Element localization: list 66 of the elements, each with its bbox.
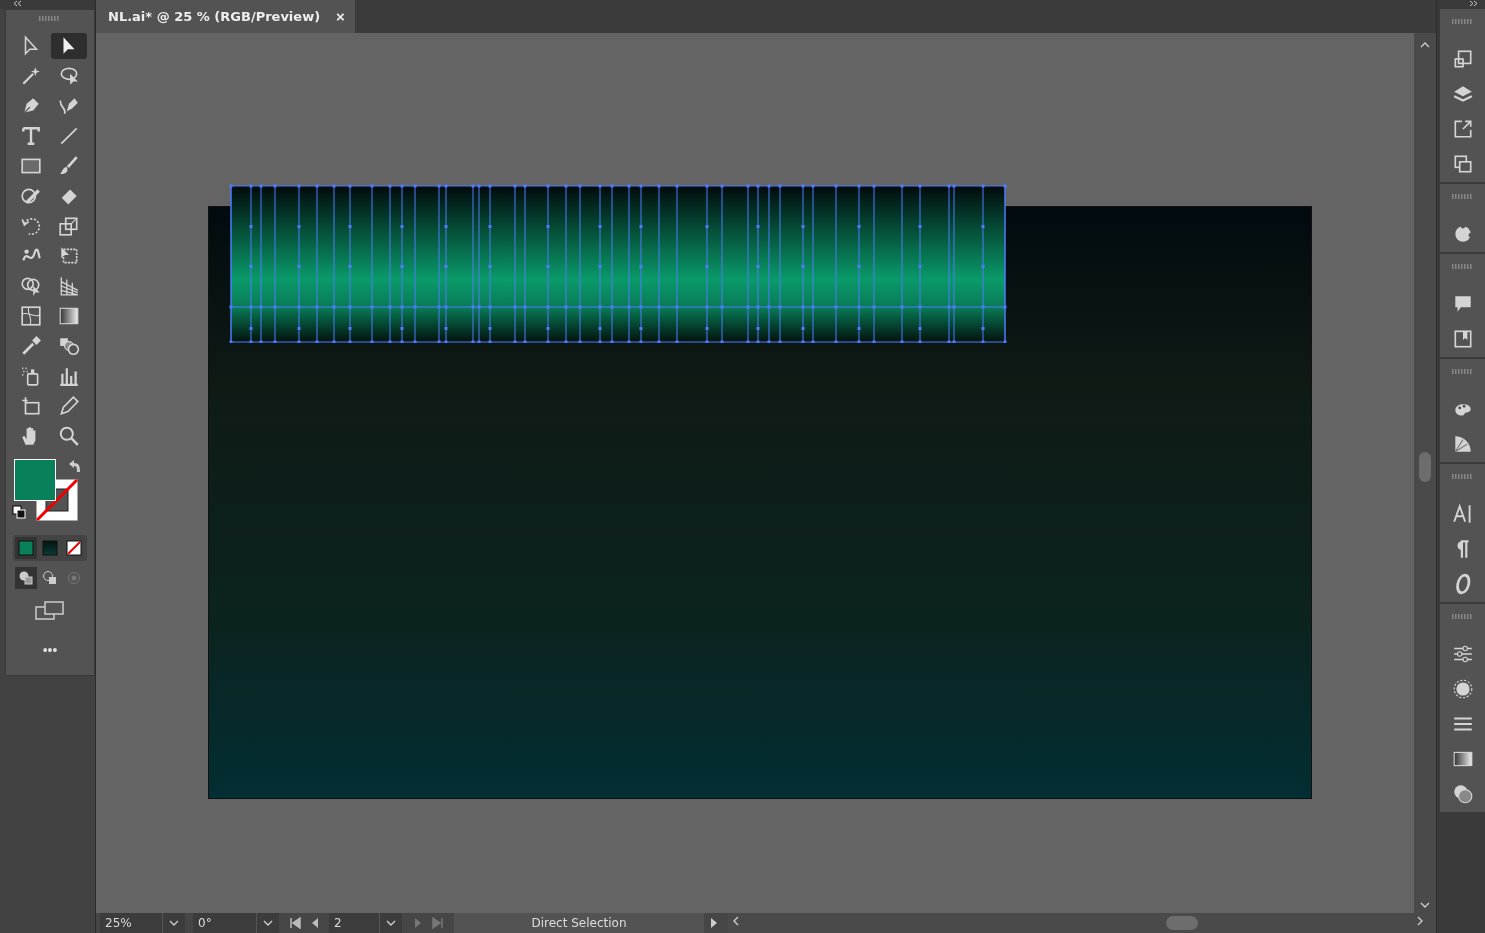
pages-icon	[1451, 153, 1474, 175]
draw-normal-icon	[18, 570, 34, 586]
document-title: NL.ai* @ 25 % (RGB/Preview)	[108, 9, 321, 24]
draw-inside-icon	[66, 570, 82, 586]
zoom-field[interactable]: 25%	[100, 913, 162, 933]
grip-icon[interactable]	[1451, 614, 1474, 619]
magic-wand-icon	[20, 65, 42, 87]
pen-nib-icon	[58, 395, 80, 417]
export-icon	[1451, 118, 1474, 140]
fill-swatch[interactable]	[14, 459, 56, 501]
screens-icon	[35, 601, 65, 621]
none-swatch-icon	[66, 540, 82, 556]
type-icon	[20, 125, 42, 147]
gradient-icon	[58, 305, 80, 327]
horizontal-scrollbar[interactable]	[728, 913, 1436, 933]
current-tool-label: Direct Selection	[454, 913, 704, 933]
rotation-field[interactable]: 0°	[193, 913, 256, 933]
gradient-swatch-icon	[42, 540, 58, 556]
zoom-icon	[58, 425, 80, 447]
default-colors-icon[interactable]	[12, 505, 26, 519]
perspective-grid-icon	[58, 275, 80, 297]
artboard-field[interactable]: 2	[329, 913, 379, 933]
paintbrush-icon	[58, 155, 80, 177]
artboard-dropdown[interactable]	[379, 913, 402, 933]
rotation-dropdown[interactable]	[256, 913, 279, 933]
vertical-scrollbar[interactable]	[1414, 33, 1436, 913]
grip-icon[interactable]	[1451, 194, 1474, 199]
close-button[interactable]: ×	[334, 8, 347, 25]
document-tab[interactable]: NL.ai* @ 25 % (RGB/Preview) ×	[96, 0, 355, 33]
color-button[interactable]	[15, 537, 37, 559]
dashed-circle-icon	[1451, 678, 1474, 700]
blend-icon	[58, 335, 80, 357]
sliders-icon	[1451, 643, 1474, 665]
grip-icon[interactable]	[1451, 19, 1474, 24]
solid-swatch-icon	[18, 540, 34, 556]
lasso-icon	[58, 65, 80, 87]
grip-icon[interactable]	[1451, 474, 1474, 479]
collapse-icon[interactable]	[12, 0, 22, 7]
grip-icon[interactable]	[1451, 369, 1474, 374]
transparency-icon	[1451, 783, 1474, 805]
collapse-icon[interactable]	[1469, 0, 1479, 7]
curvature-pen-icon	[58, 95, 80, 117]
line-icon	[58, 125, 80, 147]
draw-behind-icon	[42, 570, 58, 586]
artboard-icon	[20, 395, 42, 417]
rotate-icon	[20, 215, 42, 237]
skip-forward-icon	[432, 917, 444, 929]
grip-icon[interactable]	[1451, 264, 1474, 269]
shape-builder-icon	[20, 275, 42, 297]
more-tools-button[interactable]: •••	[42, 642, 58, 658]
arrow-tool[interactable]	[51, 33, 87, 59]
skip-back-icon	[289, 917, 301, 929]
scroll-thumb[interactable]	[1166, 916, 1198, 930]
zoom-dropdown[interactable]	[162, 913, 185, 933]
bookmark-page-icon	[1451, 328, 1474, 350]
bar-chart-icon	[58, 365, 80, 387]
scale-icon	[58, 215, 80, 237]
eyedropper-icon	[20, 335, 42, 357]
artboards-icon	[1451, 48, 1474, 70]
grip-icon[interactable]	[39, 16, 61, 21]
scroll-thumb[interactable]	[1419, 452, 1431, 482]
none-button[interactable]	[63, 537, 85, 559]
type-cursor-icon	[1451, 503, 1474, 525]
mesh-icon	[20, 305, 42, 327]
selected-gradient-rectangle-drawing[interactable]	[227, 182, 1007, 343]
draw-normal-button[interactable]	[15, 567, 37, 589]
